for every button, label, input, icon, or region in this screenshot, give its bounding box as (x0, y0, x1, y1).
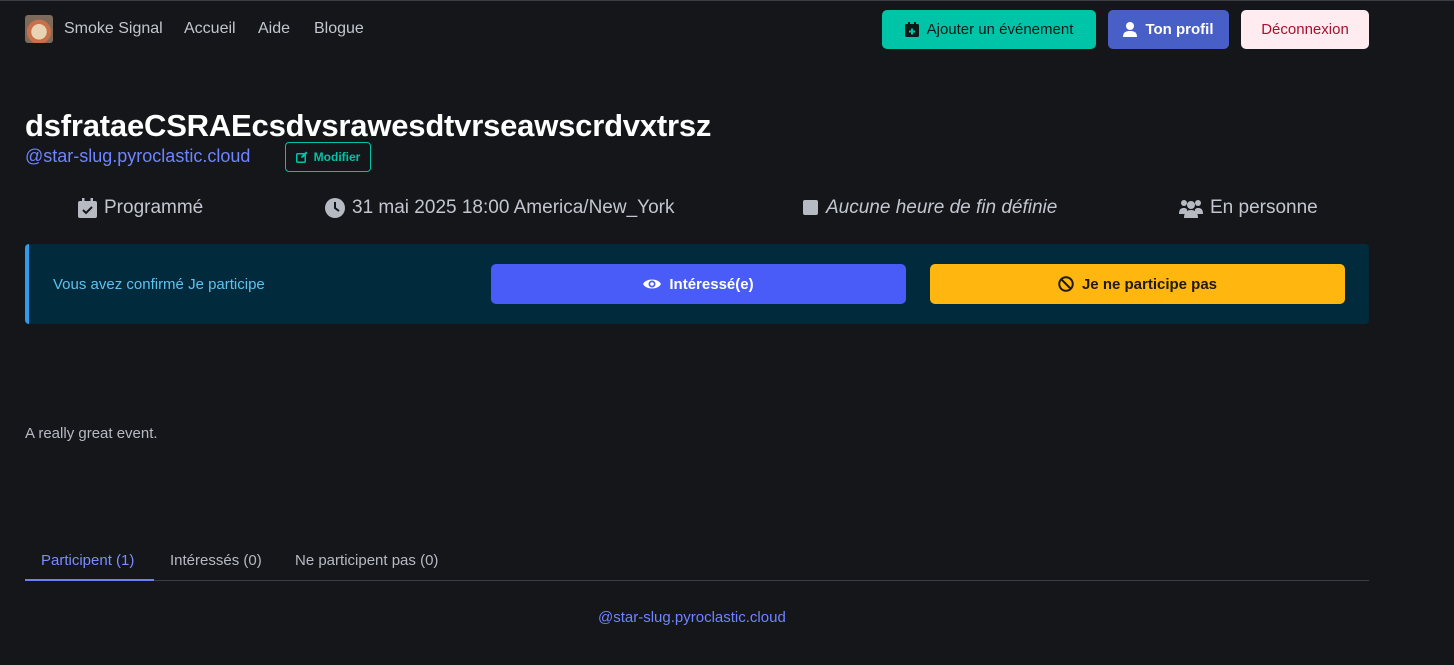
rsvp-notification: Vous avez confirmé Je participe Intéress… (25, 244, 1369, 324)
event-start: 31 mai 2025 18:00 America/New_York (325, 197, 675, 219)
logout-button[interactable]: Déconnexion (1241, 10, 1369, 49)
event-title: dsfrataeCSRAEcsdvsrawesdtvrseawscrdvxtrs… (25, 108, 712, 143)
user-icon (1123, 22, 1138, 37)
profile-button[interactable]: Ton profil (1108, 10, 1229, 49)
status-label: Programmé (104, 197, 204, 218)
nav-link-home[interactable]: Accueil (184, 20, 236, 38)
active-tab-indicator (25, 579, 154, 581)
ban-icon (1058, 276, 1074, 292)
nav-link-help[interactable]: Aide (258, 20, 290, 38)
brand-name: Smoke Signal (64, 20, 163, 37)
edit-button[interactable]: Modifier (285, 142, 371, 172)
rsvp-message: Vous avez confirmé Je participe (53, 276, 265, 293)
start-label: 31 mai 2025 18:00 America/New_York (352, 197, 675, 218)
nav-link-blog[interactable]: Blogue (314, 20, 364, 38)
organizer-handle-link[interactable]: @star-slug.pyroclastic.cloud (25, 146, 250, 167)
clock-icon (325, 198, 345, 218)
not-going-button[interactable]: Je ne participe pas (930, 264, 1345, 304)
event-mode: En personne (1179, 197, 1318, 219)
mode-label: En personne (1210, 197, 1318, 218)
add-event-button[interactable]: Ajouter un événement (882, 10, 1096, 49)
logo (25, 15, 53, 43)
tab-not-going[interactable]: Ne participent pas (0) (295, 552, 438, 569)
interested-button[interactable]: Intéressé(e) (491, 264, 906, 304)
end-label: Aucune heure de fin définie (826, 197, 1058, 218)
edit-label: Modifier (313, 150, 361, 164)
navbar: Smoke Signal Accueil Aide Blogue Ajouter… (0, 1, 1454, 59)
attendance-tabs: Participent (1) Intéressés (0) Ne partic… (25, 541, 1369, 581)
tab-interested[interactable]: Intéressés (0) (170, 552, 262, 569)
edit-icon (295, 151, 308, 163)
eye-icon (643, 279, 662, 289)
not-going-label: Je ne participe pas (1081, 275, 1218, 293)
add-event-label: Ajouter un événement (926, 21, 1074, 38)
tab-going[interactable]: Participent (1) (41, 552, 134, 569)
event-description: A really great event. (25, 425, 158, 442)
brand-link[interactable]: Smoke Signal (25, 15, 163, 43)
attendee-link[interactable]: @star-slug.pyroclastic.cloud (598, 609, 786, 626)
users-icon (1179, 200, 1203, 218)
profile-label: Ton profil (1145, 21, 1214, 38)
calendar-check-icon (78, 198, 97, 218)
calendar-plus-icon (904, 22, 919, 37)
stop-icon (803, 200, 818, 215)
event-status: Programmé (78, 197, 203, 219)
event-end: Aucune heure de fin définie (803, 197, 1057, 219)
interested-label: Intéressé(e) (669, 275, 754, 293)
logout-label: Déconnexion (1261, 21, 1349, 38)
